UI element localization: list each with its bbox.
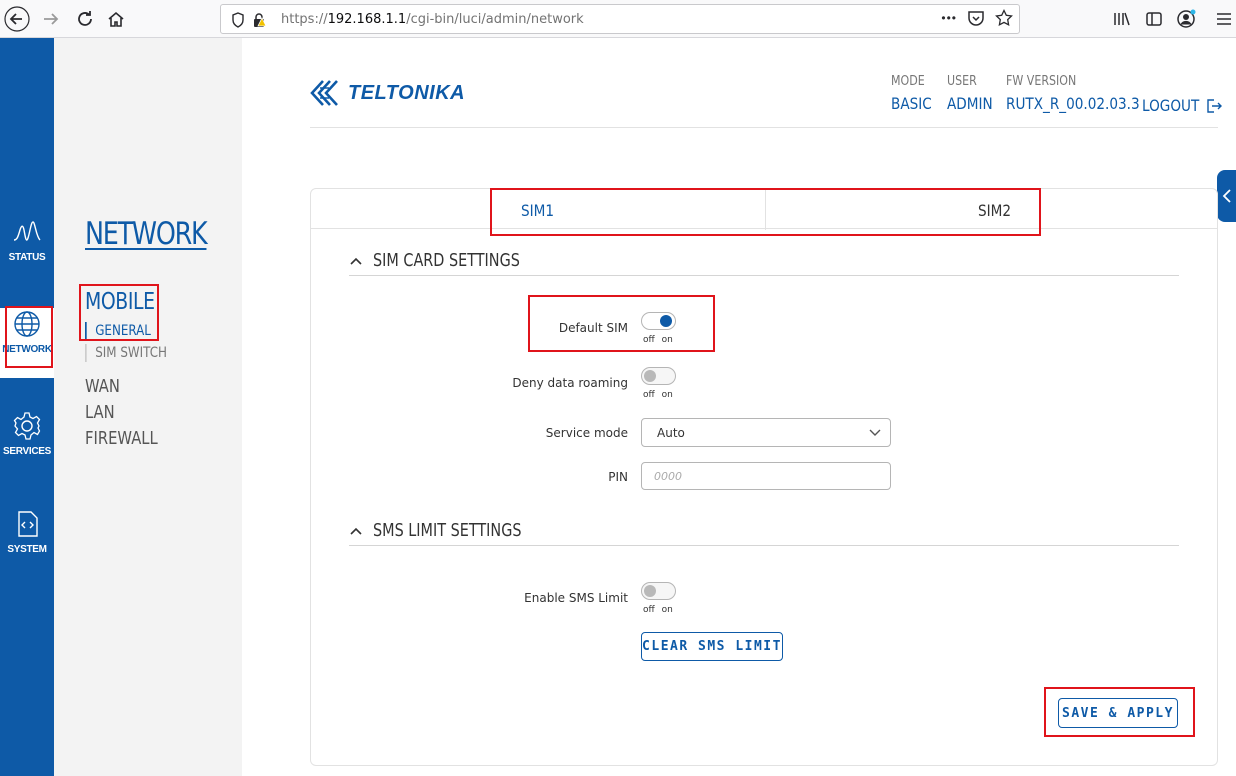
menu-button[interactable] [1212, 7, 1236, 31]
toggle-knob [644, 370, 656, 382]
sidebar-item-sim-switch[interactable]: SIM SWITCH [85, 344, 167, 362]
url-text: https://192.168.1.1/cgi-bin/luci/admin/n… [281, 12, 584, 27]
sms-limit-settings-header[interactable]: SMS LIMIT SETTINGS [349, 516, 1179, 546]
sidebar-button[interactable] [1142, 7, 1166, 31]
warning-lock-icon [254, 13, 267, 27]
section-title: SMS LIMIT SETTINGS [373, 520, 522, 541]
library-icon [1114, 12, 1130, 26]
fw-value: RUTX_R_00.02.03.3 [1006, 94, 1140, 113]
site-info[interactable] [231, 11, 271, 29]
shield-icon [232, 12, 244, 28]
tab-sim2[interactable]: SIM2 [766, 190, 1039, 230]
home-icon [108, 11, 124, 27]
logo-text: TELTONIKA [348, 81, 466, 104]
sidebar-item-general[interactable]: GENERAL [85, 322, 151, 340]
logout-label: LOGOUT [1142, 96, 1200, 115]
pin-input[interactable]: 0000 [641, 462, 891, 490]
deny-roaming-label: Deny data roaming [512, 376, 628, 390]
rail-item-system[interactable]: SYSTEM [0, 508, 54, 578]
fw-key: FW VERSION [1006, 74, 1077, 89]
header-user: USER ADMIN [947, 74, 1001, 113]
sim-tabs: SIM1 SIM2 [493, 190, 1038, 230]
header-divider [310, 127, 1218, 128]
mode-value[interactable]: BASIC [891, 94, 932, 113]
teltonika-logo[interactable]: TELTONIKA [310, 78, 465, 108]
service-mode-value: Auto [657, 426, 685, 440]
pocket-icon[interactable] [967, 9, 985, 27]
header-fw: FW VERSION RUTX_R_00.02.03.3 [1006, 74, 1163, 113]
service-mode-label: Service mode [545, 426, 628, 440]
logout-link[interactable]: LOGOUT [1142, 96, 1223, 115]
enable-sms-limit-label: Enable SMS Limit [524, 591, 628, 605]
account-icon [1177, 9, 1196, 28]
default-sim-toggle[interactable] [641, 312, 676, 330]
chevron-left-icon [1222, 189, 1231, 203]
header-mode: MODE BASIC [891, 74, 939, 113]
hamburger-icon [1217, 13, 1231, 25]
save-apply-button[interactable]: SAVE & APPLY [1058, 698, 1178, 728]
page-actions-icon[interactable]: ••• [941, 11, 957, 25]
sidebar-title: NETWORK [85, 216, 208, 252]
home-button[interactable] [103, 6, 129, 32]
rail-item-label: SYSTEM [7, 544, 47, 555]
pulse-icon [13, 221, 41, 241]
secondary-sidebar: NETWORK MOBILE GENERAL SIM SWITCH WAN LA… [54, 38, 242, 776]
rail-item-label: STATUS [8, 252, 46, 263]
deny-roaming-toggle[interactable] [641, 367, 676, 385]
library-button[interactable] [1110, 7, 1134, 31]
gear-icon [13, 412, 41, 440]
collapse-panel-tab[interactable] [1217, 170, 1236, 222]
address-bar[interactable]: https://192.168.1.1/cgi-bin/luci/admin/n… [220, 4, 1020, 34]
pin-label: PIN [608, 470, 628, 484]
globe-icon [14, 311, 40, 337]
sim-card-settings-header[interactable]: SIM CARD SETTINGS [349, 246, 1179, 276]
tab-sim1[interactable]: SIM1 [493, 190, 766, 230]
sidebar-item-lan[interactable]: LAN [85, 402, 115, 423]
enable-sms-limit-toggle[interactable] [641, 582, 676, 600]
main-nav-rail: STATUS NETWORK SERVICES SYSTEM [0, 38, 54, 776]
sidebar-item-wan[interactable]: WAN [85, 376, 120, 397]
reload-button[interactable] [72, 6, 98, 32]
sidebar-item-mobile[interactable]: MOBILE [85, 289, 155, 315]
toggle-knob [644, 585, 656, 597]
user-key: USER [947, 74, 977, 89]
rail-item-network[interactable]: NETWORK [0, 308, 54, 378]
rail-item-services[interactable]: SERVICES [0, 410, 54, 480]
section-title: SIM CARD SETTINGS [373, 250, 520, 271]
mode-key: MODE [891, 74, 925, 89]
pin-placeholder: 0000 [654, 470, 682, 483]
toggle-caption: off on [643, 390, 673, 400]
chevron-down-icon [869, 429, 881, 436]
browser-toolbar: https://192.168.1.1/cgi-bin/luci/admin/n… [0, 0, 1236, 38]
logo-mark-icon [310, 80, 338, 106]
account-button[interactable] [1174, 7, 1198, 31]
forward-arrow-icon [44, 13, 59, 25]
toggle-caption: off on [643, 335, 673, 345]
chevron-up-icon [350, 257, 362, 265]
rail-item-label: SERVICES [3, 446, 51, 457]
default-sim-label: Default SIM [558, 321, 628, 335]
rail-item-status[interactable]: STATUS [0, 216, 54, 286]
chevron-up-icon [350, 527, 362, 535]
reload-icon [78, 11, 92, 26]
back-arrow-icon [4, 6, 30, 32]
code-icon [18, 511, 38, 537]
rail-item-label: NETWORK [2, 344, 52, 355]
logout-icon [1207, 98, 1223, 113]
sidebar-toggle-icon [1146, 12, 1162, 26]
bookmark-star-icon[interactable] [995, 9, 1013, 27]
toggle-caption: off on [643, 605, 673, 615]
forward-button[interactable] [38, 6, 64, 32]
user-value[interactable]: ADMIN [947, 94, 993, 113]
sidebar-item-firewall[interactable]: FIREWALL [85, 428, 158, 449]
clear-sms-limit-button[interactable]: CLEAR SMS LIMIT [641, 632, 783, 661]
toggle-knob [660, 315, 672, 327]
back-button[interactable] [4, 6, 30, 32]
service-mode-select[interactable]: Auto [641, 418, 891, 447]
